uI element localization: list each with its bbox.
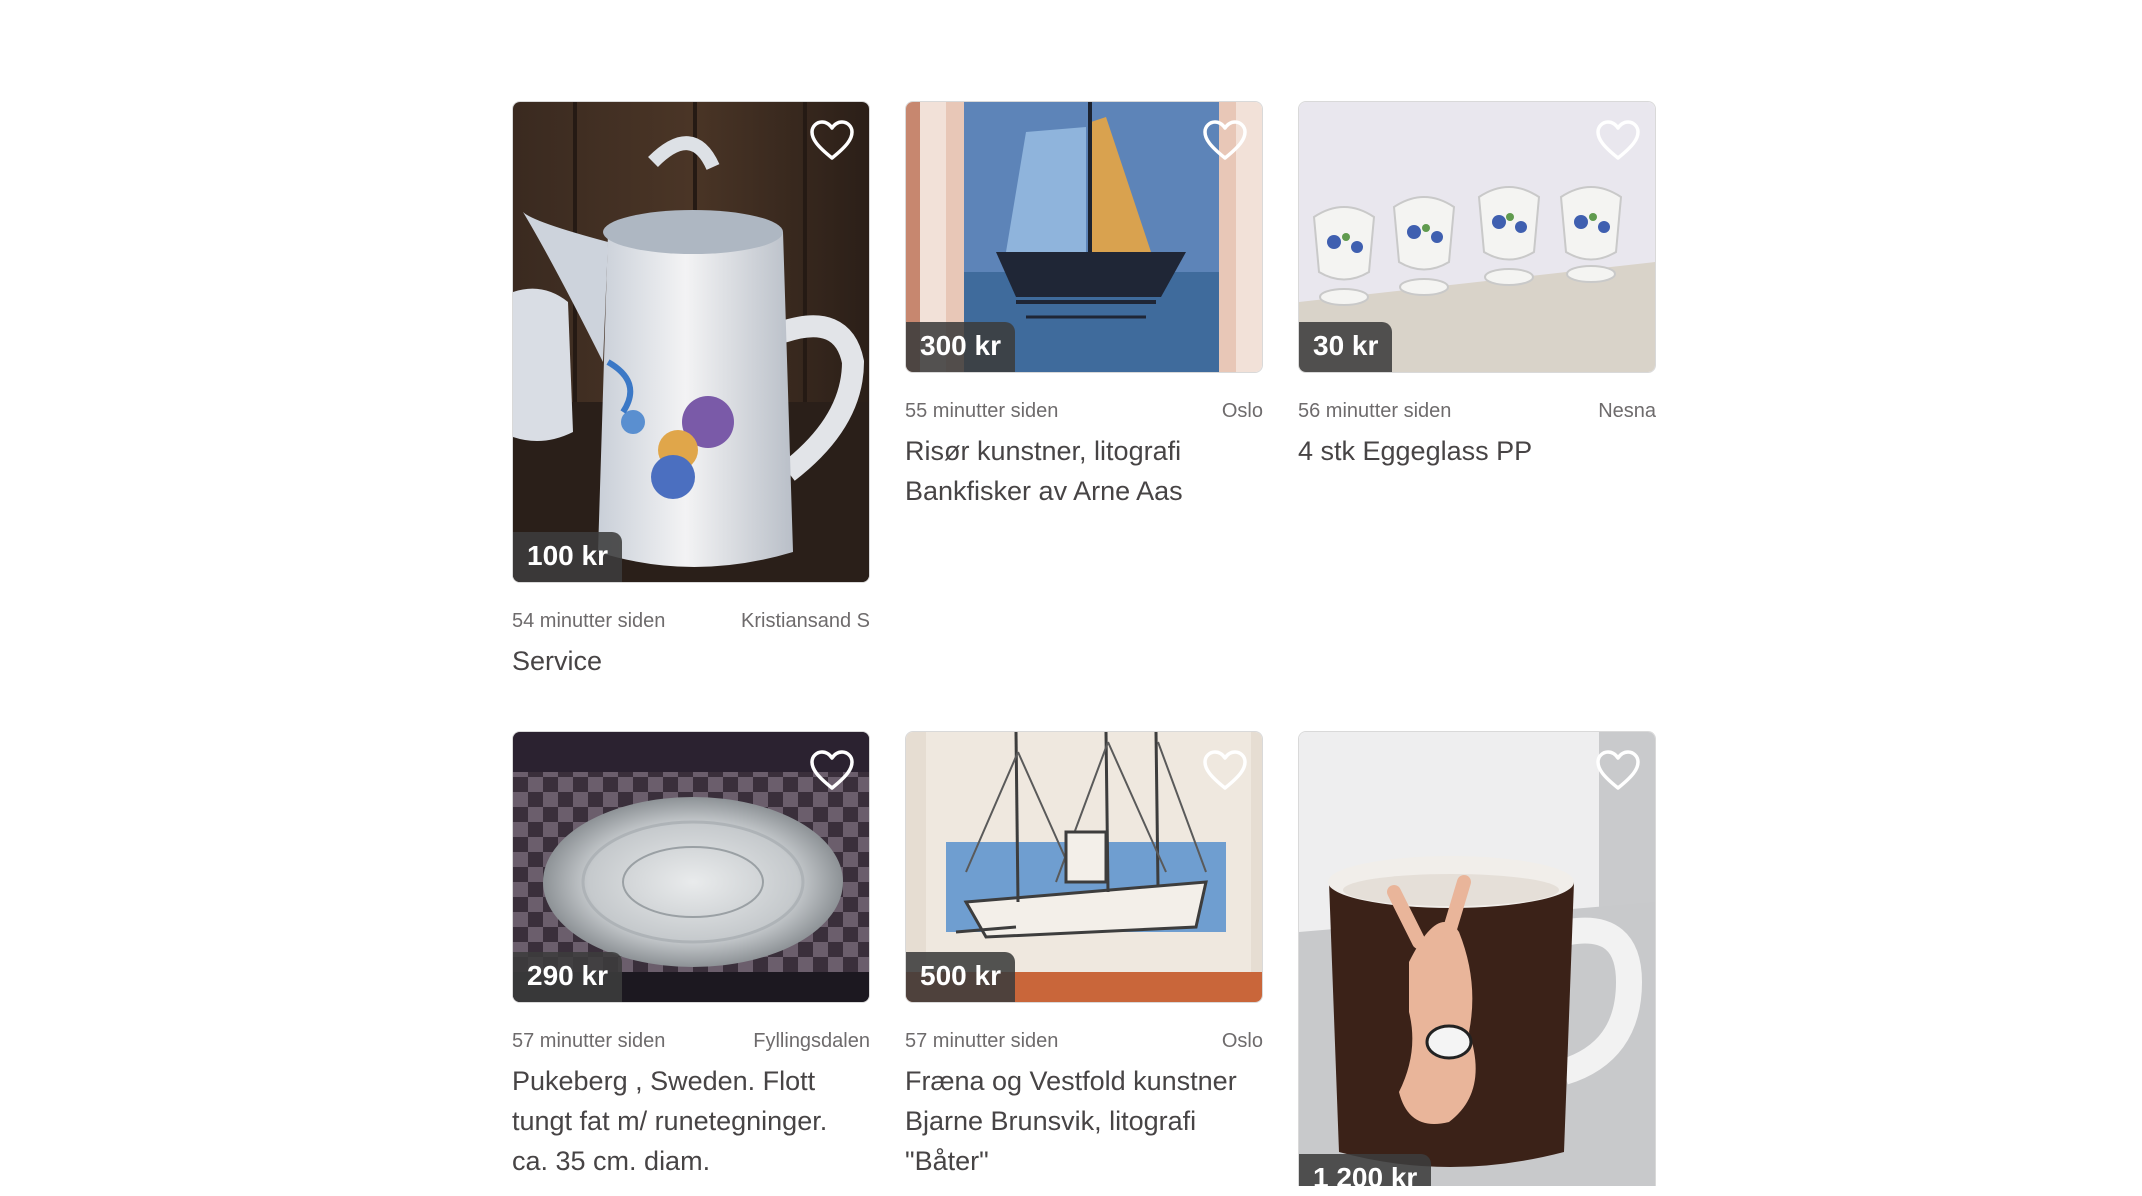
price-badge: 500 kr: [906, 952, 1015, 1002]
listing-card[interactable]: 500 kr 57 minutter siden Oslo Fræna og V…: [905, 731, 1263, 1181]
listing-meta: 57 minutter siden Oslo: [905, 1029, 1263, 1053]
listing-meta: 57 minutter siden Fyllingsdalen: [512, 1029, 870, 1053]
listing-photo-eggcups[interactable]: 30 kr: [1298, 101, 1656, 373]
listing-time: 55 minutter siden: [905, 400, 1059, 422]
listing-photo-mug[interactable]: 1 200 kr: [1298, 731, 1656, 1186]
teapot-image: [513, 102, 869, 582]
listing-location: Fyllingsdalen: [753, 1030, 870, 1052]
listing-time: 54 minutter siden: [512, 610, 666, 632]
listing-grid: 100 kr 54 minutter siden Kristiansand S …: [0, 0, 2142, 1196]
listing-location: Kristiansand S: [741, 610, 870, 632]
price-badge: 30 kr: [1299, 322, 1393, 372]
listing-photo-boats[interactable]: 500 kr: [905, 731, 1263, 1003]
listing-title[interactable]: Service: [512, 641, 862, 681]
listing-location: Oslo: [1221, 400, 1263, 422]
listing-card[interactable]: 100 kr 54 minutter siden Kristiansand S …: [512, 101, 870, 681]
heart-outline-icon[interactable]: [809, 750, 855, 792]
listing-card[interactable]: 1 200 kr: [1298, 731, 1656, 1186]
price-badge: 1 200 kr: [1299, 1154, 1432, 1186]
price-badge: 300 kr: [906, 322, 1015, 372]
listing-card[interactable]: 300 kr 55 minutter siden Oslo Risør kuns…: [905, 101, 1263, 511]
heart-outline-icon[interactable]: [1202, 120, 1248, 162]
listing-title[interactable]: Fræna og Vestfold kunstner Bjarne Brunsv…: [905, 1061, 1255, 1181]
listing-meta: 56 minutter siden Nesna: [1298, 399, 1656, 423]
listing-title[interactable]: Risør kunstner, litografi Bankfisker av …: [905, 431, 1255, 511]
heart-outline-icon[interactable]: [1595, 120, 1641, 162]
listing-photo-ship[interactable]: 300 kr: [905, 101, 1263, 373]
listing-card[interactable]: 30 kr 56 minutter siden Nesna 4 stk Egge…: [1298, 101, 1656, 471]
heart-outline-icon[interactable]: [1595, 750, 1641, 792]
listing-card[interactable]: 290 kr 57 minutter siden Fyllingsdalen P…: [512, 731, 870, 1181]
listing-time: 56 minutter siden: [1298, 400, 1452, 422]
price-badge: 290 kr: [513, 952, 622, 1002]
heart-outline-icon[interactable]: [1202, 750, 1248, 792]
listing-time: 57 minutter siden: [512, 1030, 666, 1052]
listing-title[interactable]: 4 stk Eggeglass PP: [1298, 431, 1648, 471]
listing-title[interactable]: Pukeberg , Sweden. Flott tungt fat m/ ru…: [512, 1061, 862, 1181]
listing-location: Oslo: [1221, 1030, 1263, 1052]
listing-location: Nesna: [1598, 400, 1656, 422]
listing-meta: 55 minutter siden Oslo: [905, 399, 1263, 423]
listing-time: 57 minutter siden: [905, 1030, 1059, 1052]
listing-photo-teapot[interactable]: 100 kr: [512, 101, 870, 583]
listing-meta: 54 minutter siden Kristiansand S: [512, 609, 870, 633]
mug-image: [1299, 732, 1655, 1186]
heart-outline-icon[interactable]: [809, 120, 855, 162]
price-badge: 100 kr: [513, 532, 622, 582]
listing-photo-plate[interactable]: 290 kr: [512, 731, 870, 1003]
